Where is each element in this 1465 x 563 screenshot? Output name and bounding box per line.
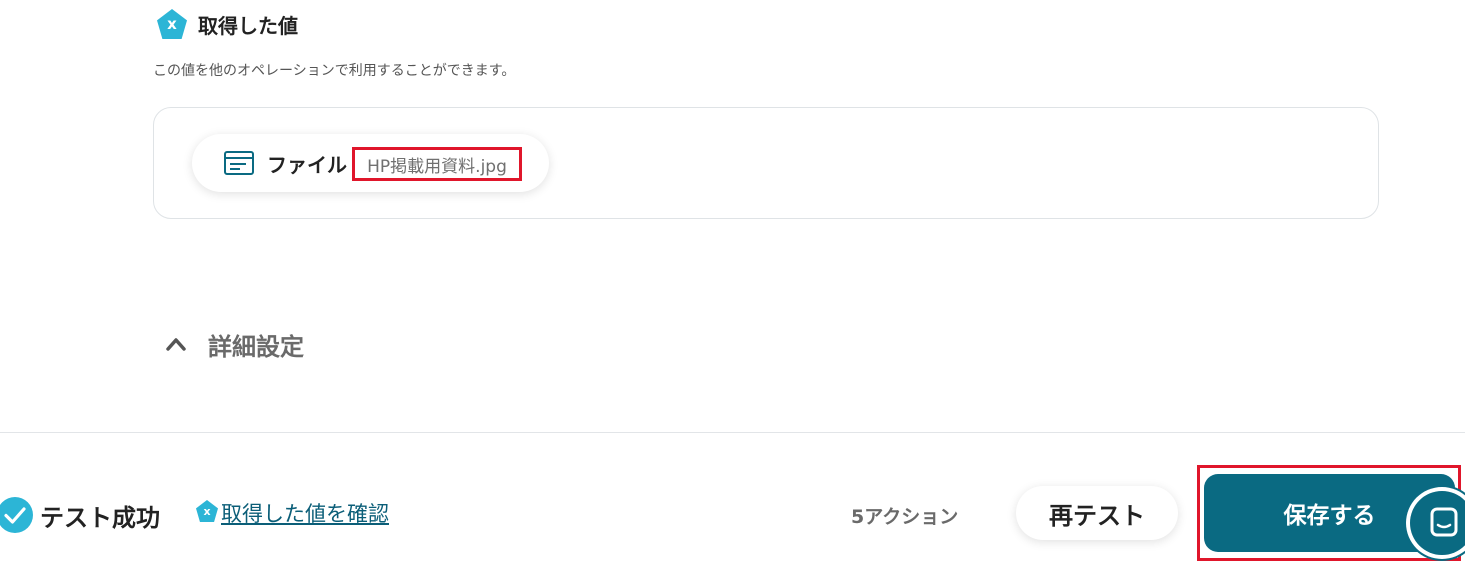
footer-divider — [0, 432, 1465, 433]
test-status-text: テスト成功 — [40, 504, 160, 532]
chat-icon — [1430, 507, 1458, 537]
chat-launcher-button[interactable] — [1410, 491, 1465, 555]
value-text: HP掲載用資料.jpg — [352, 147, 522, 181]
value-label: ファイル — [267, 153, 347, 177]
action-count: 5アクション — [851, 506, 959, 528]
retest-button[interactable]: 再テスト — [1016, 486, 1178, 540]
advanced-settings-label: 詳細設定 — [208, 333, 304, 361]
section-description: この値を他のオペレーションで利用することができます。 — [153, 63, 516, 79]
section-title: 取得した値 — [198, 14, 298, 38]
yoom-logo-icon: x — [196, 500, 218, 522]
advanced-settings-toggle[interactable]: 詳細設定 — [160, 325, 330, 361]
yoom-logo-icon: x — [157, 9, 187, 39]
view-retrieved-values-link[interactable]: 取得した値を確認 — [221, 498, 389, 528]
chevron-up-icon — [166, 338, 186, 351]
check-circle-icon — [0, 497, 33, 533]
file-window-icon — [224, 151, 254, 175]
